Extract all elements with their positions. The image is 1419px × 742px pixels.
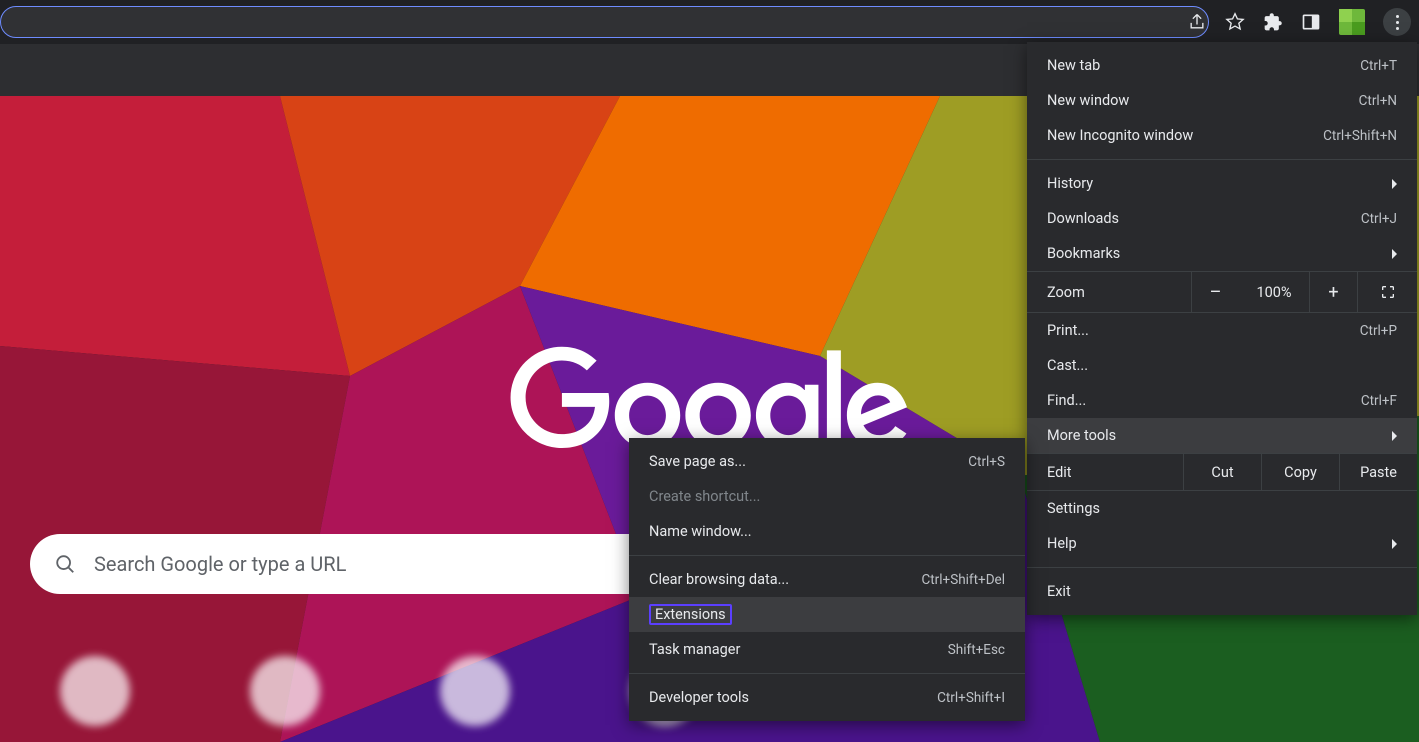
fullscreen-button[interactable] bbox=[1357, 272, 1417, 312]
menu-settings[interactable]: Settings bbox=[1027, 491, 1417, 526]
menu-edit-row: Edit Cut Copy Paste bbox=[1027, 453, 1417, 491]
share-icon[interactable] bbox=[1187, 12, 1207, 32]
submenu-create-shortcut: Create shortcut... bbox=[629, 479, 1025, 514]
edit-label: Edit bbox=[1027, 464, 1183, 481]
zoom-in-button[interactable]: + bbox=[1309, 272, 1357, 312]
star-icon[interactable] bbox=[1225, 12, 1245, 32]
chevron-right-icon bbox=[1392, 431, 1397, 441]
kebab-icon bbox=[1396, 15, 1399, 30]
zoom-value: 100% bbox=[1239, 284, 1309, 301]
omnibox[interactable] bbox=[0, 6, 1209, 38]
menu-separator bbox=[629, 673, 1025, 674]
menu-separator bbox=[1027, 567, 1417, 568]
submenu-extensions[interactable]: Extensions bbox=[629, 597, 1025, 632]
menu-find[interactable]: Find...Ctrl+F bbox=[1027, 383, 1417, 418]
menu-new-tab[interactable]: New tabCtrl+T bbox=[1027, 48, 1417, 83]
shortcut-tile[interactable] bbox=[430, 656, 520, 742]
panel-icon[interactable] bbox=[1301, 12, 1321, 32]
menu-downloads[interactable]: DownloadsCtrl+J bbox=[1027, 201, 1417, 236]
menu-new-incognito[interactable]: New Incognito windowCtrl+Shift+N bbox=[1027, 118, 1417, 153]
menu-cast[interactable]: Cast... bbox=[1027, 348, 1417, 383]
puzzle-icon[interactable] bbox=[1263, 12, 1283, 32]
paste-button[interactable]: Paste bbox=[1339, 454, 1417, 490]
profile-avatar[interactable] bbox=[1339, 9, 1365, 35]
zoom-out-button[interactable]: – bbox=[1191, 272, 1239, 312]
shortcut-tile[interactable] bbox=[50, 656, 140, 742]
search-placeholder: Search Google or type a URL bbox=[94, 552, 346, 576]
chevron-right-icon bbox=[1392, 539, 1397, 549]
menu-help[interactable]: Help bbox=[1027, 526, 1417, 561]
menu-zoom-row: Zoom – 100% + bbox=[1027, 271, 1417, 313]
menu-bookmarks[interactable]: Bookmarks bbox=[1027, 236, 1417, 271]
submenu-clear-browsing-data[interactable]: Clear browsing data...Ctrl+Shift+Del bbox=[629, 562, 1025, 597]
submenu-devtools[interactable]: Developer toolsCtrl+Shift+I bbox=[629, 680, 1025, 715]
menu-new-window[interactable]: New windowCtrl+N bbox=[1027, 83, 1417, 118]
shortcut-tile[interactable] bbox=[240, 656, 330, 742]
browser-toolbar bbox=[0, 0, 1419, 44]
submenu-save-page[interactable]: Save page as...Ctrl+S bbox=[629, 444, 1025, 479]
menu-separator bbox=[1027, 159, 1417, 160]
menu-more-tools[interactable]: More tools bbox=[1027, 418, 1417, 453]
kebab-menu-button[interactable] bbox=[1383, 8, 1411, 36]
menu-history[interactable]: History bbox=[1027, 166, 1417, 201]
chevron-right-icon bbox=[1392, 249, 1397, 259]
shortcuts-row bbox=[50, 656, 710, 742]
menu-separator bbox=[629, 555, 1025, 556]
menu-exit[interactable]: Exit bbox=[1027, 574, 1417, 609]
chevron-right-icon bbox=[1392, 179, 1397, 189]
submenu-task-manager[interactable]: Task managerShift+Esc bbox=[629, 632, 1025, 667]
search-icon bbox=[54, 553, 76, 575]
more-tools-submenu: Save page as...Ctrl+S Create shortcut...… bbox=[629, 438, 1025, 721]
menu-print[interactable]: Print...Ctrl+P bbox=[1027, 313, 1417, 348]
toolbar-actions bbox=[1187, 8, 1411, 36]
main-menu: New tabCtrl+T New windowCtrl+N New Incog… bbox=[1027, 42, 1417, 615]
submenu-name-window[interactable]: Name window... bbox=[629, 514, 1025, 549]
copy-button[interactable]: Copy bbox=[1261, 454, 1339, 490]
zoom-label: Zoom bbox=[1027, 284, 1191, 301]
cut-button[interactable]: Cut bbox=[1183, 454, 1261, 490]
